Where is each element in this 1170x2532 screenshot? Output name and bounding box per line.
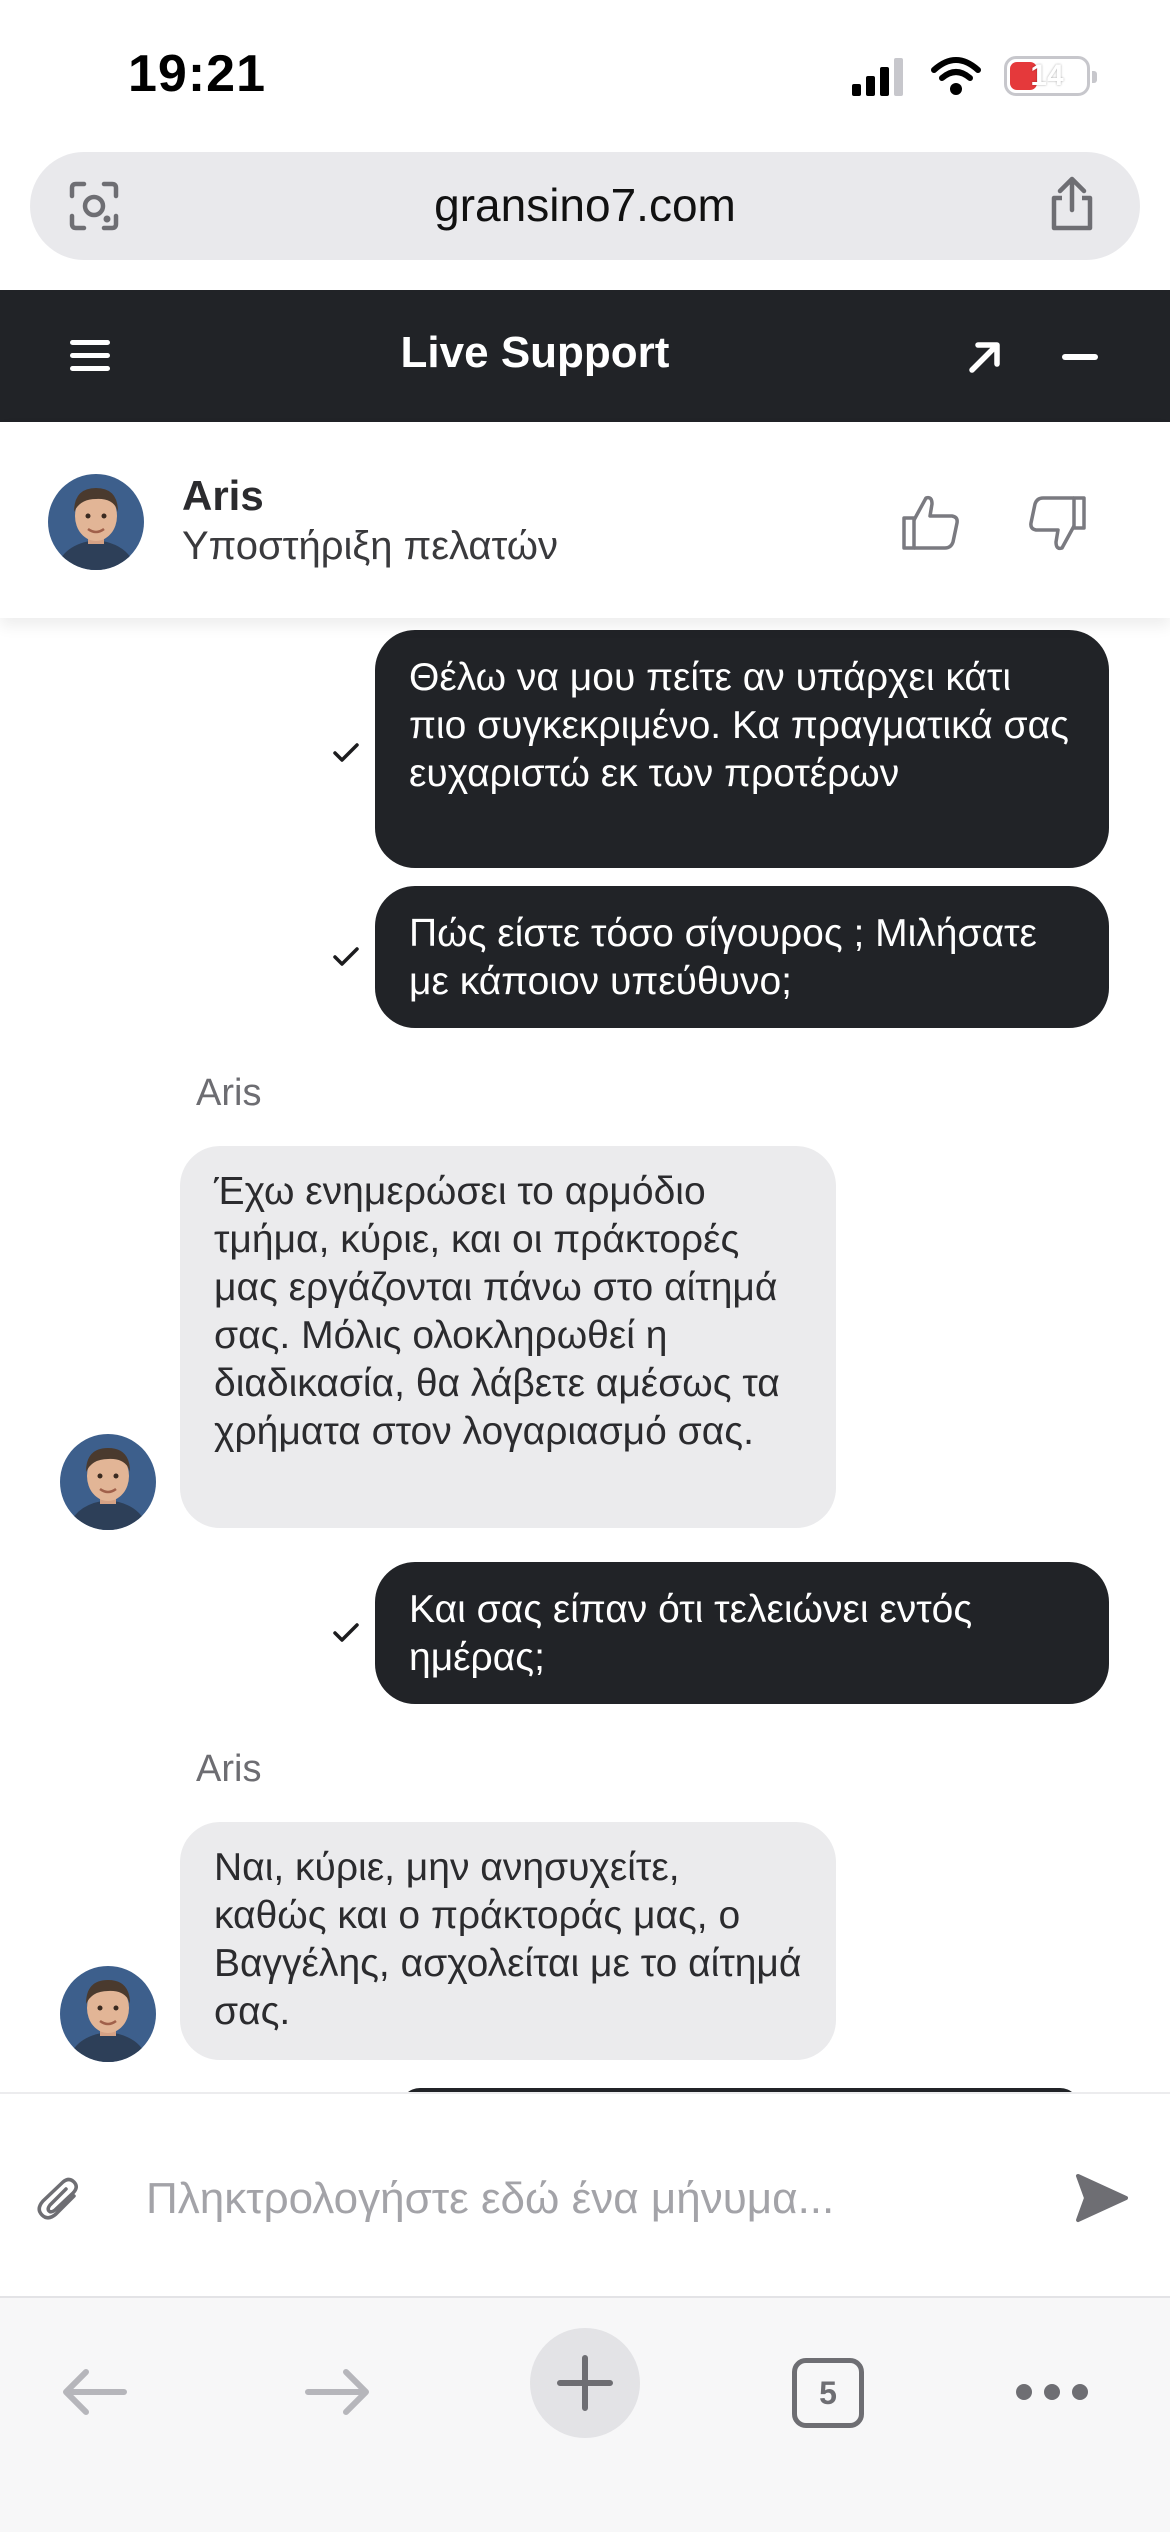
read-check-icon	[333, 947, 359, 966]
forward-arrow-icon[interactable]	[302, 2364, 374, 2420]
read-check-icon	[333, 743, 359, 762]
chat-title: Live Support	[400, 328, 670, 377]
message-incoming: Ναι, κύριε, μην ανησυχείτε, καθώς και ο …	[180, 1822, 836, 2060]
plus-icon	[557, 2355, 613, 2411]
tab-switcher-button[interactable]: 5	[792, 2358, 864, 2428]
message-outgoing: Θέλω να μου πείτε αν υπάρχει κάτι πιο συ…	[375, 630, 1109, 868]
attachment-icon[interactable]	[34, 2174, 86, 2226]
thumbs-up-icon[interactable]	[900, 492, 962, 554]
wifi-icon	[931, 57, 981, 95]
share-icon[interactable]	[1044, 174, 1100, 234]
message-incoming: Έχω ενημερώσει το αρμόδιο τμήμα, κύριε, …	[180, 1146, 836, 1528]
message-sender: Aris	[196, 1748, 262, 1790]
message-composer	[0, 2092, 1170, 2296]
back-arrow-icon[interactable]	[58, 2364, 130, 2420]
message-input[interactable]	[146, 2164, 1006, 2234]
address-bar[interactable]: gransino7.com	[30, 152, 1140, 260]
message-outgoing: Και σας είπαν ότι τελειώνει εντός ημέρας…	[375, 1562, 1109, 1704]
message-sender: Aris	[196, 1072, 262, 1114]
agent-avatar	[48, 474, 144, 570]
agent-message-avatar	[60, 1966, 156, 2062]
agent-message-avatar	[60, 1434, 156, 1530]
message-outgoing: Πώς είστε τόσο σίγουρος ; Μιλήσατε με κά…	[375, 886, 1109, 1028]
url-text[interactable]: gransino7.com	[30, 178, 1140, 232]
thumbs-down-icon[interactable]	[1026, 492, 1088, 554]
agent-info: Aris Υποστήριξη πελατών	[0, 422, 1170, 618]
agent-name: Aris	[182, 472, 264, 519]
signal-icon	[852, 58, 903, 96]
agent-role: Υποστήριξη πελατών	[182, 524, 559, 568]
browser-toolbar: 5	[0, 2296, 1170, 2532]
status-icons: 14	[850, 56, 1097, 96]
send-icon[interactable]	[1074, 2170, 1130, 2226]
new-tab-button[interactable]	[530, 2328, 640, 2438]
chat-messages[interactable]: Θέλω να μου πείτε αν υπάρχει κάτι πιο συ…	[0, 618, 1170, 2092]
expand-icon[interactable]	[962, 334, 1008, 380]
read-check-icon	[333, 1623, 359, 1642]
battery-level: 14	[1030, 59, 1064, 92]
minimize-icon[interactable]	[1062, 354, 1098, 360]
status-time: 19:21	[128, 45, 266, 103]
status-bar: 19:21 14	[0, 0, 1170, 150]
chat-header: Live Support	[0, 290, 1170, 422]
battery-indicator: 14	[1004, 56, 1097, 96]
more-options-icon[interactable]	[1016, 2384, 1088, 2404]
